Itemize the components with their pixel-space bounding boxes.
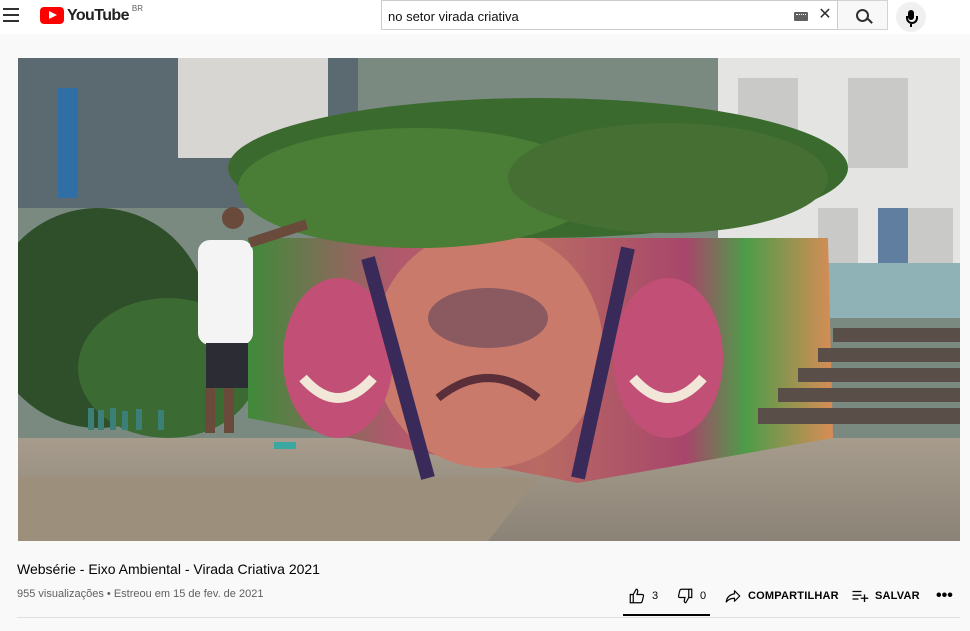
save-button[interactable]: SALVAR bbox=[851, 585, 920, 607]
sentiment-bar bbox=[623, 614, 710, 616]
save-label: SALVAR bbox=[875, 590, 920, 602]
sentiment-bar-fill bbox=[623, 614, 710, 616]
like-button[interactable]: 3 bbox=[628, 585, 658, 607]
dislike-count: 0 bbox=[700, 590, 707, 602]
more-actions-button[interactable]: ••• bbox=[936, 585, 953, 607]
video-frame bbox=[18, 58, 960, 541]
more-icon: ••• bbox=[936, 587, 953, 604]
video-title: Websérie - Eixo Ambiental - Virada Criat… bbox=[17, 561, 320, 577]
divider bbox=[17, 617, 960, 618]
share-button[interactable]: COMPARTILHAR bbox=[724, 585, 839, 607]
playlist-add-icon bbox=[852, 590, 869, 602]
youtube-play-icon bbox=[40, 7, 64, 24]
voice-search-button[interactable] bbox=[896, 2, 926, 32]
search-box: ✕ bbox=[381, 0, 838, 30]
logo-text: YouTube bbox=[67, 7, 129, 24]
keyboard-icon[interactable] bbox=[794, 12, 808, 21]
country-code: BR bbox=[131, 4, 143, 13]
share-label: COMPARTILHAR bbox=[748, 590, 839, 602]
masthead: YouTube BR ✕ bbox=[0, 0, 970, 34]
search-input[interactable] bbox=[388, 9, 788, 24]
thumbs-up-icon bbox=[629, 588, 645, 604]
youtube-logo[interactable]: YouTube BR bbox=[40, 4, 143, 25]
video-player[interactable] bbox=[18, 58, 960, 541]
action-bar: 3 0 COMPARTILHAR SALVAR ••• bbox=[0, 585, 970, 609]
menu-icon[interactable] bbox=[3, 8, 19, 22]
share-icon bbox=[725, 590, 741, 603]
dislike-button[interactable]: 0 bbox=[676, 585, 706, 607]
search-button[interactable] bbox=[838, 0, 888, 30]
clear-search-icon[interactable]: ✕ bbox=[818, 7, 832, 23]
like-count: 3 bbox=[652, 590, 659, 602]
thumbs-down-icon bbox=[677, 588, 693, 604]
